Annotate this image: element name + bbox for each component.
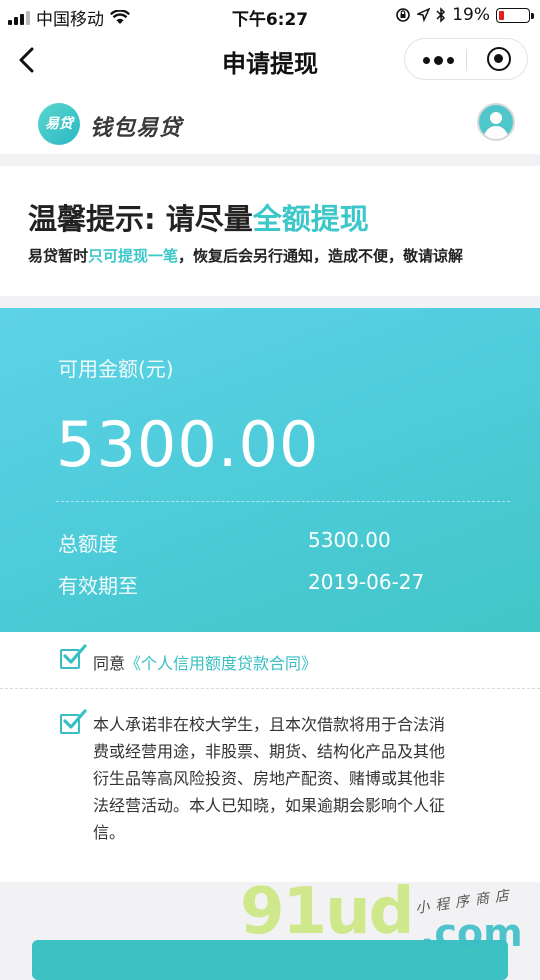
agree-prefix: 同意 xyxy=(93,654,126,673)
target-icon[interactable] xyxy=(487,47,511,71)
total-limit-label: 总额度 xyxy=(58,532,118,556)
battery-percent: 19% xyxy=(452,5,490,25)
rotation-lock-icon xyxy=(396,8,411,22)
checkmark-icon xyxy=(63,644,87,664)
more-icon[interactable] xyxy=(423,56,454,65)
nav-bar: 申请提现 xyxy=(0,32,540,88)
promise-line: 本人承诺非在校大学生，且本次借款将用于合法消 xyxy=(93,715,446,734)
tip-sub-suffix: ，恢复后会另行通知，造成不便，敬请谅解 xyxy=(178,247,464,265)
checkmark-icon xyxy=(63,709,87,729)
promise-line: 法经营活动。本人已知晓，如果逾期会影响个人征 xyxy=(93,796,446,815)
agreement-divider xyxy=(0,688,540,689)
tip-title-prefix: 温馨提示: 请尽量 xyxy=(28,202,253,236)
location-icon xyxy=(417,8,431,22)
promise-text: 本人承诺非在校大学生，且本次借款将用于合法消 费或经营用途，非股票、期货、结构化… xyxy=(93,711,493,846)
amount-card: 可用金额(元) 5300.00 总额度 5300.00 有效期至 2019-06… xyxy=(0,308,540,632)
brand-header: 易贷 钱包易贷 xyxy=(0,88,540,154)
card-divider xyxy=(56,501,510,502)
promise-line: 信。 xyxy=(93,823,126,842)
expiry-label: 有效期至 xyxy=(58,574,138,598)
capsule-divider xyxy=(466,49,467,71)
tip-sub-highlight: 只可提现一笔 xyxy=(88,247,179,265)
status-bar: 中国移动 下午6:27 19% xyxy=(0,0,540,32)
tip-subtitle: 易贷暂时只可提现一笔，恢复后会另行通知，造成不便，敬请谅解 xyxy=(28,245,463,266)
available-amount: 5300.00 xyxy=(56,408,320,481)
contract-link[interactable]: 《个人信用额度贷款合同》 xyxy=(125,654,317,673)
battery-level xyxy=(499,10,504,20)
watermark-logo: 91ud xyxy=(240,875,414,949)
promise-checkbox[interactable] xyxy=(60,709,87,734)
agree-text: 同意《个人信用额度贷款合同》 xyxy=(93,650,317,674)
brand-logo: 易贷 xyxy=(38,103,80,145)
promise-line: 费或经营用途，非股票、期货、结构化产品及其他 xyxy=(93,742,446,761)
battery-icon xyxy=(496,7,534,23)
tip-section: 温馨提示: 请尽量全额提现 易贷暂时只可提现一笔，恢复后会另行通知，造成不便，敬… xyxy=(0,166,540,296)
brand-name: 钱包易贷 xyxy=(90,116,183,141)
mini-program-capsule xyxy=(404,38,528,80)
agreement-section: 同意《个人信用额度贷款合同》 本人承诺非在校大学生，且本次借款将用于合法消 费或… xyxy=(0,632,540,882)
available-label: 可用金额(元) xyxy=(58,357,174,381)
avatar-icon[interactable] xyxy=(477,103,515,141)
expiry-value: 2019-06-27 xyxy=(308,570,425,594)
status-right: 19% xyxy=(395,5,534,25)
submit-button[interactable] xyxy=(32,940,508,980)
watermark-caption: 小程序商店 xyxy=(414,887,516,917)
agree-checkbox[interactable] xyxy=(60,644,87,669)
tip-title-highlight: 全额提现 xyxy=(252,202,369,236)
total-limit-value: 5300.00 xyxy=(308,528,391,552)
tip-title: 温馨提示: 请尽量全额提现 xyxy=(28,196,369,238)
tip-sub-prefix: 易贷暂时 xyxy=(28,247,89,265)
promise-line: 衍生品等高风险投资、房地产配资、赌博或其他非 xyxy=(93,769,446,788)
bluetooth-icon xyxy=(436,7,446,23)
